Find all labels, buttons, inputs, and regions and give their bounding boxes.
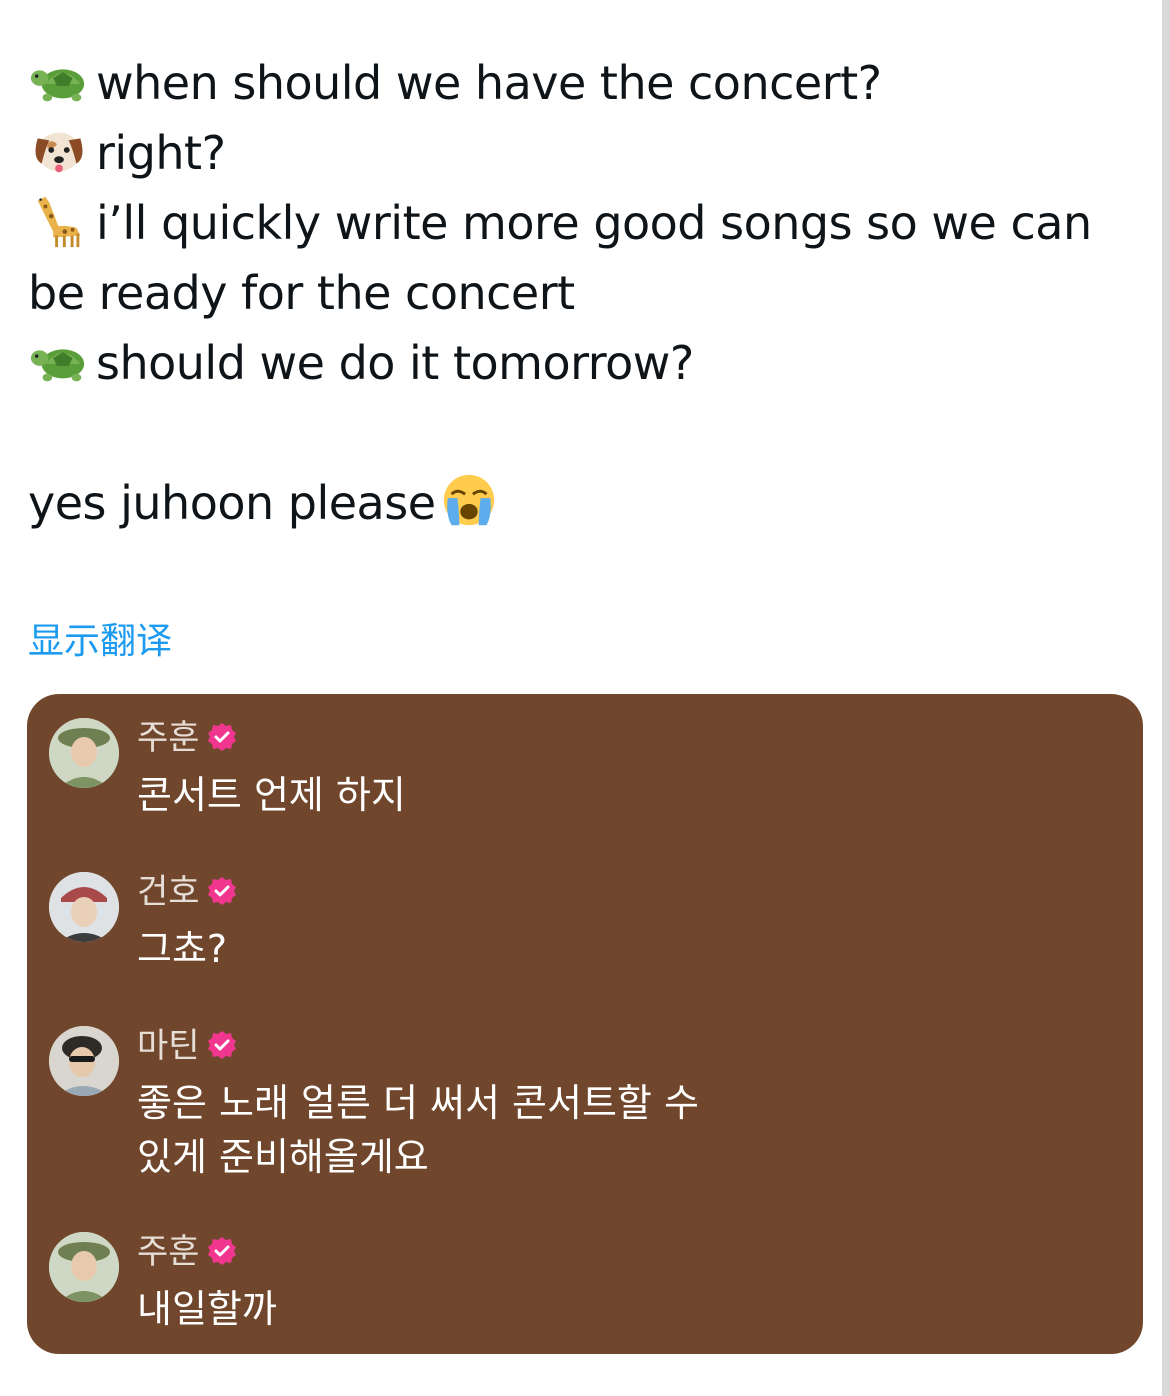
tweet-closing-text: yes juhoon please (28, 476, 436, 530)
avatar (49, 1232, 119, 1302)
chat-screenshot: 주훈 콘서트 언제 하지 건호 그쵸? 마틴 좋은 노래 얼른 더 써서 콘서트… (27, 694, 1143, 1354)
verified-badge-icon (206, 721, 238, 753)
scrollbar[interactable] (1162, 0, 1170, 1396)
turtle-icon (28, 329, 90, 391)
message-line: 좋은 노래 얼른 더 써서 콘서트할 수 (137, 1081, 699, 1125)
sender-name-text: 건호 (137, 872, 200, 912)
tweet-line-text: be ready for the concert (28, 266, 575, 320)
message-line: 내일할까 (137, 1287, 277, 1331)
sender-name: 건호 (137, 870, 238, 914)
sender-name: 마틴 (137, 1024, 238, 1068)
tweet-line-text: when should we have the concert? (96, 56, 882, 110)
giraffe-icon (28, 189, 90, 251)
sender-name-text: 마틴 (137, 1026, 200, 1066)
avatar (49, 1026, 119, 1096)
sender-name-text: 주훈 (137, 1232, 200, 1272)
avatar (49, 718, 119, 788)
tweet-closing: yes juhoon please (28, 468, 1108, 538)
sender-name: 주훈 (137, 716, 238, 760)
tweet-line: when should we have the concert? (28, 48, 1108, 118)
verified-badge-icon (206, 875, 238, 907)
dog-face-icon (28, 119, 90, 181)
message-text: 그쵸? (137, 922, 227, 976)
sender-name-text: 주훈 (137, 718, 200, 758)
sender-name: 주훈 (137, 1230, 238, 1274)
tweet-line: should we do it tomorrow? (28, 328, 1108, 398)
tweet-line-text: should we do it tomorrow? (96, 336, 694, 390)
tweet-line: be ready for the concert (28, 258, 1108, 328)
tweet-line: i’ll quickly write more good songs so we… (28, 188, 1108, 258)
verified-badge-icon (206, 1029, 238, 1061)
turtle-icon (28, 49, 90, 111)
tweet-line-text: right? (96, 126, 226, 180)
loudly-crying-face-icon (438, 469, 500, 531)
verified-badge-icon (206, 1235, 238, 1267)
message-text: 좋은 노래 얼른 더 써서 콘서트할 수 있게 준비해올게요 (137, 1076, 699, 1184)
message-text: 콘서트 언제 하지 (137, 768, 406, 822)
tweet-text: when should we have the concert? right? (28, 48, 1108, 538)
tweet-line-text: i’ll quickly write more good songs so we… (96, 196, 1092, 250)
avatar (49, 872, 119, 942)
show-translation-link[interactable]: 显示翻译 (28, 612, 172, 664)
message-line: 있게 준비해올게요 (137, 1135, 429, 1179)
message-line: 그쵸? (137, 927, 228, 971)
tweet-line: right? (28, 118, 1108, 188)
message-text: 내일할까 (137, 1282, 277, 1336)
message-line: 콘서트 언제 하지 (137, 773, 406, 817)
